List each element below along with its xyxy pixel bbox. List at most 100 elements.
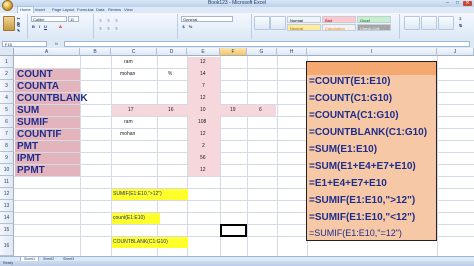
format-as-table-button[interactable] (270, 16, 286, 30)
cell-c2[interactable]: mohan (120, 69, 135, 80)
row-header-5[interactable]: 5 (0, 104, 14, 116)
style-good[interactable]: Good (357, 16, 391, 23)
style-calculation[interactable]: Calculation (322, 24, 356, 31)
cell-g5[interactable]: 6 (259, 105, 262, 116)
align-middle-icon[interactable]: ≡ (106, 18, 111, 23)
align-center-icon[interactable]: ≡ (106, 26, 111, 31)
align-left-icon[interactable]: ≡ (98, 26, 103, 31)
column-header-b[interactable]: B (80, 48, 111, 56)
insert-cells-button[interactable] (404, 16, 420, 30)
cell-e3[interactable]: 7 (202, 81, 205, 92)
cell-c1[interactable]: ram (124, 57, 133, 68)
percent-icon[interactable]: % (188, 24, 193, 29)
font-size-select[interactable]: 11 (68, 16, 79, 22)
cell-e10[interactable]: 12 (200, 165, 206, 176)
label-sumif[interactable]: SUMIF (15, 117, 80, 128)
style-neutral[interactable]: Neutral (287, 24, 321, 31)
maximize-button[interactable]: □ (453, 1, 462, 6)
cell-f5[interactable]: 19 (230, 105, 236, 116)
cell-e9[interactable]: 56 (200, 153, 206, 164)
cell-e6[interactable]: 108 (198, 117, 206, 128)
worksheet-grid[interactable]: A B C D E F G H I J 1 2 3 4 5 6 7 8 9 10… (0, 48, 474, 256)
row-header-3[interactable]: 3 (0, 80, 14, 92)
cell-d5[interactable]: 16 (168, 105, 174, 116)
column-header-f[interactable]: F (220, 48, 247, 56)
column-header-a[interactable]: A (14, 48, 80, 56)
format-painter-icon[interactable]: ✎ (16, 28, 21, 33)
row-header-6[interactable]: 6 (0, 116, 14, 128)
note-countblank[interactable]: COUNTBLANK(C1:G10) (112, 237, 188, 248)
cell-e5[interactable]: 10 (200, 105, 206, 116)
cell-e4[interactable]: 12 (200, 93, 206, 104)
column-header-j[interactable]: J (437, 48, 474, 56)
label-countblank[interactable]: COUNTBLANK (15, 93, 88, 104)
row-header-2[interactable]: 2 (0, 68, 14, 80)
label-ipmt[interactable]: IPMT (15, 153, 80, 164)
row-header-8[interactable]: 8 (0, 140, 14, 152)
autosum-icon[interactable]: Σ (458, 16, 463, 21)
row-header-11[interactable]: 11 (0, 176, 14, 188)
format-cells-button[interactable] (438, 16, 454, 30)
row-header-14[interactable]: 14 (0, 212, 14, 224)
minimize-button[interactable]: – (443, 1, 452, 6)
row-header-10[interactable]: 10 (0, 164, 14, 176)
underline-icon[interactable]: U (43, 24, 48, 29)
label-sum[interactable]: SUM (15, 105, 80, 116)
delete-cells-button[interactable] (421, 16, 437, 30)
bold-icon[interactable]: B (31, 24, 36, 29)
cell-e1[interactable]: 12 (200, 57, 206, 68)
cell-e7[interactable]: 12 (200, 129, 206, 140)
office-button[interactable] (2, 0, 13, 11)
note-count[interactable]: count(E1:E10) (112, 213, 160, 224)
row-header-9[interactable]: 9 (0, 152, 14, 164)
font-color-icon[interactable]: A (58, 24, 63, 29)
row-header-13[interactable]: 13 (0, 200, 14, 212)
italic-icon[interactable]: I (37, 24, 42, 29)
style-normal[interactable]: Normal (287, 16, 321, 23)
tab-home[interactable]: Home (17, 6, 34, 13)
conditional-formatting-button[interactable] (254, 16, 270, 30)
column-header-c[interactable]: C (111, 48, 157, 56)
align-right-icon[interactable]: ≡ (114, 26, 119, 31)
label-ppmt[interactable]: PPMT (15, 165, 80, 176)
label-pmt[interactable]: PMT (15, 141, 80, 152)
formula-list-box[interactable]: =COUNT(E1:E10) =COUNT(C1:G10) =COUNTA(C1… (306, 61, 437, 241)
copy-icon[interactable]: ⎘ (16, 22, 21, 27)
align-bottom-icon[interactable]: ≡ (114, 18, 119, 23)
row-header-7[interactable]: 7 (0, 128, 14, 140)
note-sumif[interactable]: SUMIF(E1:E10,">12") (112, 189, 188, 200)
row-header-12[interactable]: 12 (0, 188, 14, 200)
label-counta[interactable]: COUNTA (15, 81, 80, 92)
formula-input[interactable] (64, 41, 470, 47)
font-name-select[interactable]: Calibri (31, 16, 67, 22)
column-header-h[interactable]: H (277, 48, 307, 56)
close-button[interactable]: ✕ (463, 1, 472, 6)
cell-d2[interactable]: % (168, 69, 172, 80)
label-count[interactable]: COUNT (15, 69, 80, 80)
name-box[interactable]: F15 (2, 41, 47, 47)
cell-e2[interactable]: 14 (200, 69, 206, 80)
fx-icon[interactable]: fx (55, 41, 58, 47)
cell-c5[interactable]: 17 (128, 105, 134, 116)
currency-icon[interactable]: $ (181, 24, 186, 29)
row-header-4[interactable]: 4 (0, 92, 14, 104)
align-top-icon[interactable]: ≡ (98, 18, 103, 23)
cell-c6[interactable]: ram (124, 117, 133, 128)
cell-e8[interactable]: 2 (202, 141, 205, 152)
row-header-1[interactable]: 1 (0, 56, 14, 68)
label-countif[interactable]: COUNTIF (15, 129, 80, 140)
number-format-select[interactable]: General (181, 16, 233, 22)
row-header-15[interactable]: 15 (0, 224, 14, 236)
style-check-cell[interactable]: Check Cell (357, 24, 391, 31)
paste-icon[interactable] (3, 16, 15, 31)
column-header-e[interactable]: E (187, 48, 220, 56)
active-cell-f15[interactable] (220, 224, 247, 237)
select-all-corner[interactable] (0, 48, 14, 56)
column-header-g[interactable]: G (247, 48, 277, 56)
column-header-d[interactable]: D (157, 48, 187, 56)
row-header-16[interactable]: 16 (0, 236, 14, 256)
cut-icon[interactable]: ✂ (16, 16, 21, 21)
style-bad[interactable]: Bad (322, 16, 356, 23)
column-header-i[interactable]: I (307, 48, 437, 56)
sort-filter-icon[interactable]: ⇅ (458, 23, 463, 28)
